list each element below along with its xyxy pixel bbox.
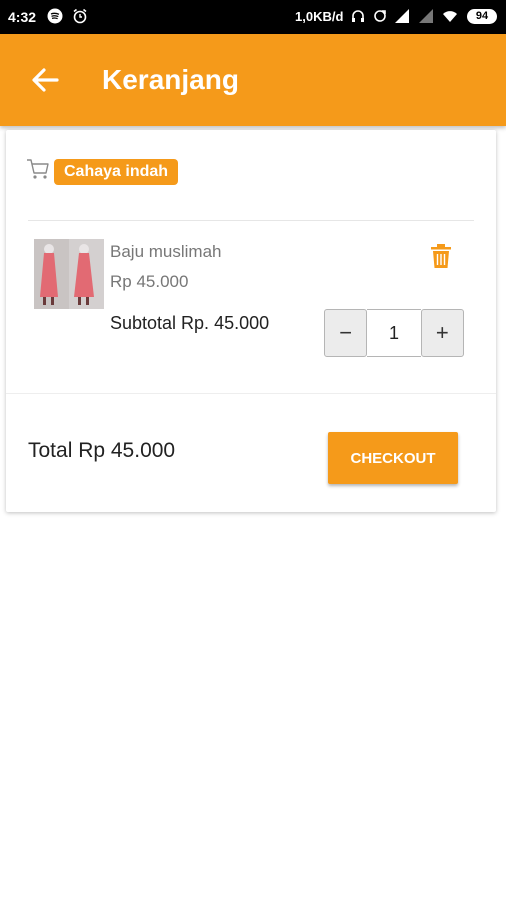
divider	[6, 393, 496, 394]
divider	[28, 220, 474, 221]
page-title: Keranjang	[102, 64, 239, 95]
status-time: 4:32	[8, 9, 37, 25]
cart-total: Total Rp 45.000	[28, 439, 176, 462]
sync-icon	[374, 10, 386, 22]
trash-icon[interactable]	[430, 243, 452, 269]
product-name[interactable]: Baju muslimah	[110, 242, 222, 262]
alarm-icon	[73, 8, 87, 24]
wifi-icon	[443, 11, 457, 22]
item-subtotal: Subtotal Rp. 45.000	[110, 313, 270, 333]
product-photo-icon	[34, 239, 104, 309]
decrement-button[interactable]: −	[324, 309, 368, 357]
battery-indicator: 94	[467, 9, 497, 24]
network-speed: 1,0KB/d	[295, 9, 344, 24]
product-image[interactable]	[34, 239, 104, 309]
cart-card: Cahaya indah Baju muslimah Rp 45.000 Sub…	[6, 130, 496, 512]
checkout-button[interactable]: CHECKOUT	[328, 432, 458, 484]
app-bar: Keranjang	[0, 34, 506, 126]
headset-icon	[352, 10, 364, 22]
signal-icon	[419, 9, 433, 23]
status-bar: 4:32 1,0KB/d 94	[0, 0, 506, 34]
spotify-icon	[47, 8, 63, 24]
quantity-stepper: − 1 +	[324, 309, 464, 357]
quantity-value[interactable]: 1	[367, 309, 421, 357]
cart-icon	[27, 159, 49, 179]
store-name-badge[interactable]: Cahaya indah	[54, 159, 179, 185]
product-price: Rp 45.000	[110, 272, 189, 291]
back-arrow-icon[interactable]	[30, 66, 60, 94]
increment-button[interactable]: +	[420, 309, 464, 357]
signal-icon	[395, 9, 409, 23]
